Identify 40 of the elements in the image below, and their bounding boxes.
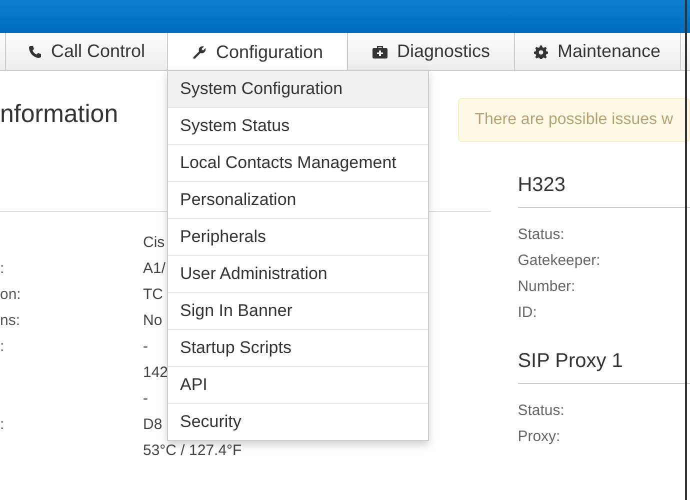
field-label: ID: <box>518 304 538 323</box>
field-value: D8 <box>143 416 162 435</box>
field-value: TC <box>143 286 163 305</box>
menu-item[interactable]: Peripherals <box>168 218 428 255</box>
field-label: on: <box>0 286 21 303</box>
nav-tab[interactable]: Maintenance <box>515 33 681 70</box>
menu-item[interactable]: Local Contacts Management <box>168 144 428 181</box>
field-label: Status: <box>518 226 566 245</box>
field-label: : <box>0 416 4 433</box>
menu-item[interactable]: System Status <box>168 107 428 144</box>
menu-item[interactable]: User Administration <box>168 255 428 292</box>
menu-item[interactable]: Security <box>168 403 428 440</box>
menu-item[interactable]: API <box>168 366 428 403</box>
field-label: : <box>0 338 4 355</box>
warning-alert: There are possible issues w <box>458 98 690 142</box>
field-label: Status: <box>518 402 566 421</box>
gear-icon <box>534 44 548 58</box>
menu-item[interactable]: System Configuration <box>168 71 428 107</box>
field-value: 142 <box>143 364 168 383</box>
page-title: nformation <box>0 100 118 129</box>
nav-tab[interactable]: Configuration <box>168 33 348 71</box>
phone-icon <box>28 44 42 58</box>
section-title: SIP Proxy 1 <box>518 350 624 373</box>
medical-kit-icon <box>372 44 388 58</box>
menu-item[interactable]: Sign In Banner <box>168 292 428 329</box>
field-value: Cis <box>143 234 165 253</box>
field-value: A1/ <box>143 260 166 279</box>
field-label: Proxy: <box>518 428 562 447</box>
field-label: Number: <box>518 278 576 297</box>
menu-item[interactable]: Personalization <box>168 181 428 218</box>
field-label: : <box>0 260 4 277</box>
wrench-icon <box>192 44 207 60</box>
field-label: Gatekeeper: <box>518 252 602 271</box>
menu-item[interactable]: Startup Scripts <box>168 329 428 366</box>
field-value: 53°C / 127.4°F <box>143 442 242 461</box>
field-value: No <box>143 312 162 331</box>
section-title: H323 <box>518 174 566 197</box>
field-value: - <box>143 338 148 357</box>
field-value: - <box>143 390 148 409</box>
field-label: ns: <box>0 312 20 329</box>
